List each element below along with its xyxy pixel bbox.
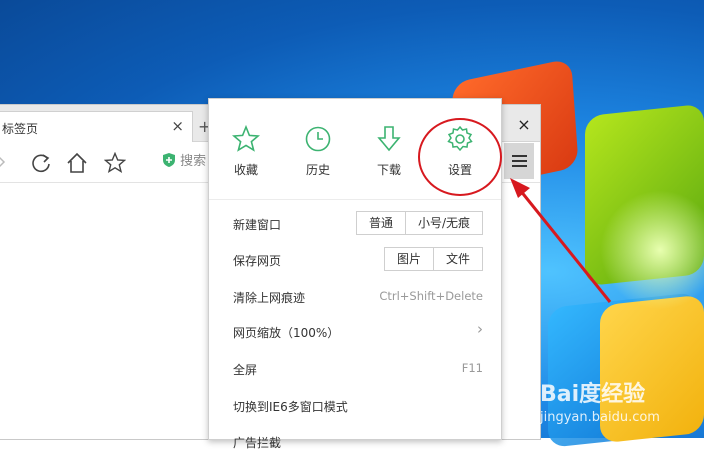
menu-fullscreen-item[interactable]: 全屏 F11 bbox=[233, 356, 483, 380]
clear-history-shortcut: Ctrl+Shift+Delete bbox=[379, 289, 483, 303]
menu-favorites-button[interactable]: 收藏 bbox=[216, 125, 276, 178]
watermark-brand: Bai度经验 bbox=[540, 382, 646, 407]
menu-ie6-mode-item[interactable]: 切换到IE6多窗口模式 bbox=[233, 393, 483, 417]
save-as-file-button[interactable]: 文件 bbox=[432, 248, 482, 270]
new-window-label: 新建窗口 bbox=[233, 218, 282, 232]
menu-new-window-row: 新建窗口 普通 小号/无痕 bbox=[233, 211, 483, 235]
annotation-circle bbox=[418, 118, 502, 196]
fullscreen-shortcut: F11 bbox=[461, 361, 483, 375]
clear-history-label: 清除上网痕迹 bbox=[233, 291, 306, 305]
ie6-mode-label: 切换到IE6多窗口模式 bbox=[233, 400, 348, 414]
save-as-image-button[interactable]: 图片 bbox=[385, 248, 433, 270]
watermark-url: jingyan.baidu.com bbox=[540, 410, 660, 425]
zoom-label: 网页缩放（100%） bbox=[233, 326, 340, 340]
menu-partial-item[interactable]: 广告拦截 bbox=[233, 429, 483, 453]
chevron-right-icon: › bbox=[477, 320, 483, 338]
menu-favorites-label: 收藏 bbox=[233, 163, 258, 177]
save-page-label: 保存网页 bbox=[233, 254, 282, 268]
star-icon bbox=[232, 125, 260, 152]
menu-save-page-row: 保存网页 图片 文件 bbox=[233, 247, 483, 271]
new-window-options: 普通 小号/无痕 bbox=[355, 211, 483, 235]
new-window-incognito-button[interactable]: 小号/无痕 bbox=[404, 212, 482, 234]
new-window-normal-button[interactable]: 普通 bbox=[357, 212, 405, 234]
fullscreen-label: 全屏 bbox=[233, 363, 258, 377]
save-page-options: 图片 文件 bbox=[383, 247, 483, 271]
menu-clear-history-item[interactable]: 清除上网痕迹 Ctrl+Shift+Delete bbox=[233, 284, 483, 308]
menu-history-button[interactable]: 历史 bbox=[288, 125, 348, 178]
clock-icon bbox=[305, 126, 331, 152]
menu-zoom-item[interactable]: 网页缩放（100%） › bbox=[233, 319, 483, 343]
baidu-watermark: Bai度经验 jingyan.baidu.com bbox=[540, 376, 660, 425]
download-icon bbox=[377, 126, 401, 152]
menu-downloads-button[interactable]: 下载 bbox=[359, 125, 419, 178]
partial-item-label: 广告拦截 bbox=[233, 436, 282, 450]
menu-history-label: 历史 bbox=[305, 163, 330, 177]
menu-downloads-label: 下载 bbox=[376, 163, 401, 177]
